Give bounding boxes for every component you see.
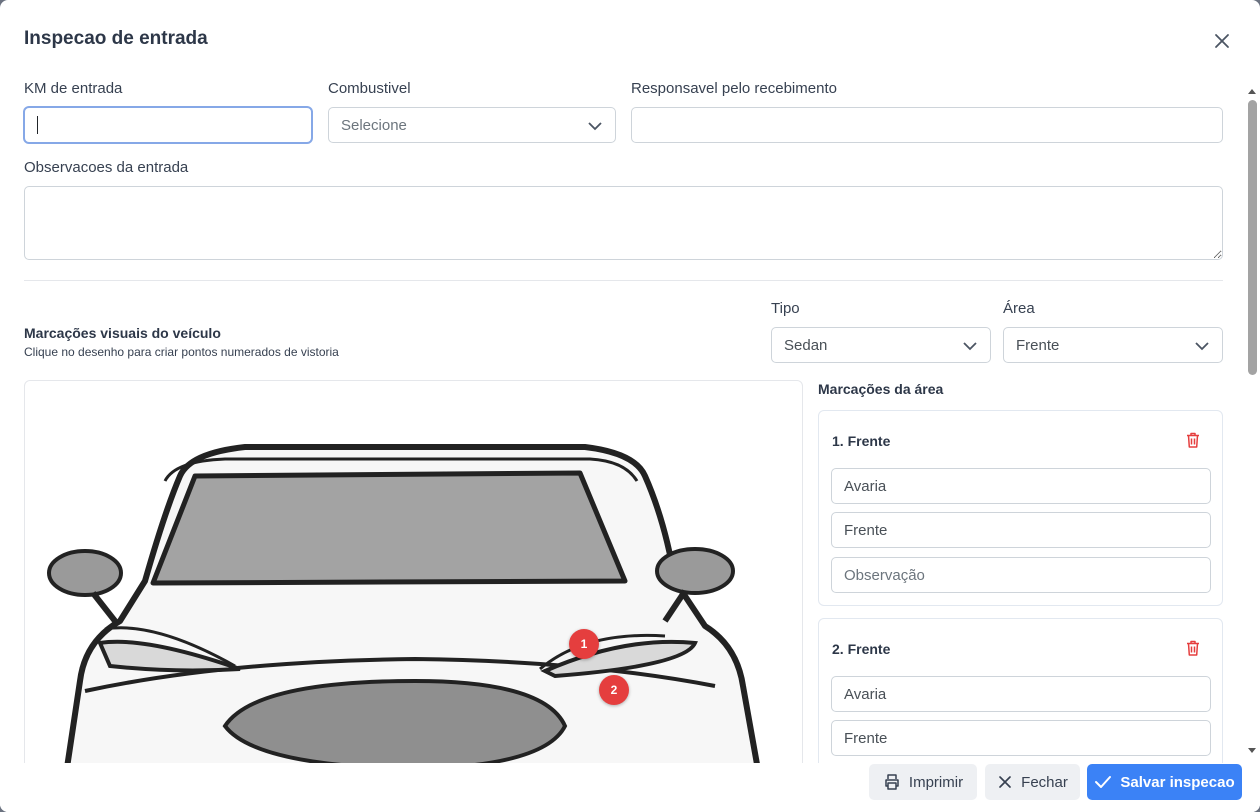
area-marks-title: Marcações da área (818, 381, 944, 397)
mark-card-title: 2. Frente (832, 641, 891, 657)
visual-section-title: Marcações visuais do veículo (24, 325, 221, 341)
scrollbar-thumb[interactable] (1248, 100, 1257, 375)
chevron-down-icon (588, 122, 602, 131)
fuel-select-value: Selecione (341, 116, 407, 134)
area-select[interactable]: Frente (1003, 327, 1223, 363)
area-label: Área (1003, 300, 1035, 317)
scroll-down-icon[interactable] (1246, 746, 1258, 756)
close-icon[interactable] (1211, 30, 1233, 52)
close-button-label: Fechar (1021, 773, 1068, 791)
mark-area-input[interactable]: Frente (831, 512, 1211, 548)
section-divider (24, 280, 1223, 281)
notes-label: Observacoes da entrada (24, 159, 189, 176)
modal-title: Inspecao de entrada (24, 28, 208, 49)
fuel-select[interactable]: Selecione (328, 107, 616, 143)
mark-obs-input[interactable]: Observação (831, 557, 1211, 593)
close-button[interactable]: Fechar (985, 764, 1080, 800)
save-inspection-button[interactable]: Salvar inspecao (1087, 764, 1242, 800)
mark-kind-value: Avaria (844, 477, 887, 495)
mark-kind-value: Avaria (844, 685, 887, 703)
notes-textarea[interactable] (24, 186, 1223, 260)
area-select-value: Frente (1016, 336, 1060, 354)
inspection-modal: Inspecao de entrada KM de entrada Combus… (0, 0, 1260, 812)
chevron-down-icon (963, 342, 977, 351)
mark-area-input[interactable]: Frente (831, 720, 1211, 756)
visual-section-subtitle: Clique no desenho para criar pontos nume… (24, 345, 339, 359)
vehicle-drawing-canvas[interactable]: 1 2 (24, 380, 803, 780)
car-front-illustration (47, 444, 763, 779)
mark-area-value: Frente (844, 729, 888, 747)
mark-area-value: Frente (844, 521, 888, 539)
fuel-label: Combustivel (328, 80, 411, 97)
save-button-label: Salvar inspecao (1120, 773, 1235, 791)
scroll-up-icon[interactable] (1246, 86, 1258, 96)
mark-card-title: 1. Frente (832, 433, 891, 449)
responsible-label: Responsavel pelo recebimento (631, 80, 837, 97)
inspection-marker[interactable]: 1 (569, 629, 599, 659)
mark-kind-input[interactable]: Avaria (831, 676, 1211, 712)
inspection-marker[interactable]: 2 (599, 675, 629, 705)
print-button[interactable]: Imprimir (869, 764, 977, 800)
print-button-label: Imprimir (908, 773, 964, 791)
type-select-value: Sedan (784, 336, 828, 354)
km-label: KM de entrada (24, 80, 123, 97)
trash-icon[interactable] (1184, 431, 1202, 449)
x-icon (999, 776, 1012, 788)
check-icon (1095, 776, 1112, 788)
trash-icon[interactable] (1184, 639, 1202, 657)
printer-icon (885, 774, 899, 790)
km-input[interactable] (24, 107, 312, 143)
type-label: Tipo (771, 300, 800, 317)
text-caret (37, 116, 38, 134)
responsible-input[interactable] (631, 107, 1223, 143)
mark-card: 1. Frente Avaria Frente Observação (818, 410, 1223, 606)
type-select[interactable]: Sedan (771, 327, 991, 363)
chevron-down-icon (1195, 342, 1209, 351)
mark-kind-input[interactable]: Avaria (831, 468, 1211, 504)
modal-scrollbar[interactable] (1246, 86, 1258, 762)
mark-obs-placeholder: Observação (844, 566, 925, 584)
